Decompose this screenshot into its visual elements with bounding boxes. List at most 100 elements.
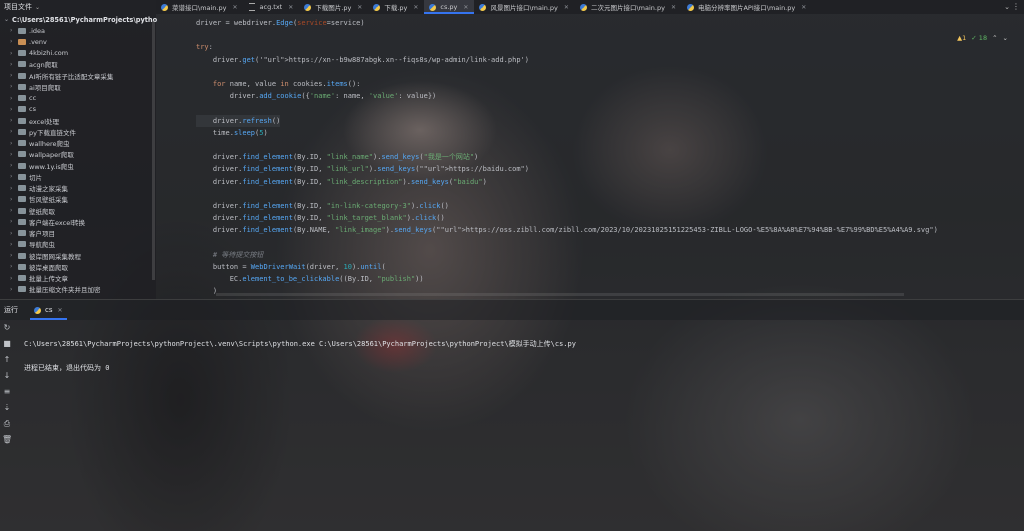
code-line[interactable]: driver.find_element(By.ID, "link_url").s… [196,163,529,175]
close-icon[interactable]: ✕ [232,4,237,11]
soft-wrap-icon[interactable]: ≡ [2,387,12,397]
run-console[interactable]: C:\Users\28561\PycharmProjects\pythonPro… [24,338,576,374]
print-icon[interactable]: ⎙ [2,419,12,429]
editor-tab[interactable]: 电脑分辨率图片API接口\main.py ✕ [682,0,812,14]
chevron-right-icon[interactable]: › [10,196,18,203]
code-line[interactable]: driver.find_element(By.ID, "link_descrip… [196,176,487,188]
chevron-right-icon[interactable]: › [10,286,18,293]
chevron-right-icon[interactable]: › [10,140,18,147]
chevron-right-icon[interactable]: › [10,95,18,102]
scroll-down-icon[interactable]: ↓ [2,371,12,381]
tabs-dropdown-icon[interactable]: ⌄ [1004,3,1010,11]
chevron-down-icon[interactable]: ⌄ [4,16,9,23]
tree-item[interactable]: › cc [0,93,156,104]
chevron-right-icon[interactable]: › [10,185,18,192]
code-editor[interactable]: driver = webdriver.Edge(service=service)… [156,14,1024,299]
tree-item[interactable]: › wallpaper爬取 [0,149,156,160]
code-line[interactable]: driver.add_cookie({'name': name, 'value'… [196,90,437,102]
editor-tab[interactable]: 下载.py ✕ [368,0,424,14]
editor-tab[interactable]: 下载图片.py ✕ [299,0,368,14]
tree-item[interactable]: › 壁纸爬取 [0,205,156,216]
editor-tab[interactable]: 二次元图片接口\main.py ✕ [575,0,682,14]
chevron-right-icon[interactable]: › [10,83,18,90]
code-area[interactable]: driver = webdriver.Edge(service=service)… [196,14,1024,299]
code-line[interactable]: driver.find_element(By.ID, "link_name").… [196,151,478,163]
chevron-right-icon[interactable]: › [10,230,18,237]
chevron-right-icon[interactable]: › [10,61,18,68]
scroll-to-end-icon[interactable]: ⇣ [2,403,12,413]
rerun-icon[interactable]: ↻ [2,323,12,333]
chevron-down-icon[interactable]: ⌄ [1003,34,1008,42]
warning-count[interactable]: ▲1 [957,34,966,42]
scroll-up-icon[interactable]: ↑ [2,355,12,365]
chevron-right-icon[interactable]: › [10,252,18,259]
tree-item[interactable]: › .venv [0,36,156,47]
tree-item[interactable]: › 批量上传文章 [0,273,156,284]
code-line[interactable]: # 等待提交按钮 [196,249,263,261]
code-line[interactable]: driver.get('"url">https://xn--b9w887abgk… [196,54,529,66]
project-scrollbar[interactable] [152,20,155,280]
close-icon[interactable]: ✕ [564,4,569,11]
chevron-right-icon[interactable]: › [10,106,18,113]
chevron-right-icon[interactable]: › [10,38,18,45]
tree-item[interactable]: › .idea [0,25,156,36]
tree-item[interactable]: › 客户项目 [0,228,156,239]
run-tab-cs[interactable]: cs ✕ [30,300,67,320]
chevron-right-icon[interactable]: › [10,117,18,124]
editor-horizontal-scrollbar[interactable] [216,293,904,296]
chevron-right-icon[interactable]: › [10,162,18,169]
tree-item[interactable]: › 批量压缩文件夹并且加密 [0,284,156,295]
stop-icon[interactable]: ■ [2,339,12,349]
chevron-right-icon[interactable]: › [10,151,18,158]
tree-item[interactable]: › 彼岸图网采集教程 [0,250,156,261]
code-line[interactable]: time.sleep(5) [196,127,268,139]
chevron-right-icon[interactable]: › [10,27,18,34]
chevron-right-icon[interactable]: › [10,50,18,57]
tree-item[interactable]: › 导航爬虫 [0,239,156,250]
tree-item[interactable]: › 动漫之家采集 [0,183,156,194]
close-icon[interactable]: ✕ [288,4,293,11]
chevron-right-icon[interactable]: › [10,173,18,180]
chevron-right-icon[interactable]: › [10,263,18,270]
chevron-right-icon[interactable]: › [10,275,18,282]
tree-item[interactable]: › ai项目爬取 [0,81,156,92]
tree-item[interactable]: › 客户端在excel转换 [0,216,156,227]
tree-item[interactable]: › 4kbizhi.com [0,48,156,59]
tree-item[interactable]: › excel处理 [0,115,156,126]
code-line[interactable]: button = WebDriverWait(driver, 10).until… [196,261,386,273]
tree-item[interactable]: › AI听所有链子比适配文章采集 [0,70,156,81]
code-line[interactable]: driver = webdriver.Edge(service=service) [196,17,365,29]
chevron-right-icon[interactable]: › [10,207,18,214]
tree-item[interactable]: › cs [0,104,156,115]
close-icon[interactable]: ✕ [671,4,676,11]
code-line[interactable]: try: [196,41,213,53]
close-icon[interactable]: ✕ [413,4,418,11]
chevron-right-icon[interactable]: › [10,72,18,79]
close-icon[interactable]: ✕ [357,4,362,11]
chevron-right-icon[interactable]: › [10,128,18,135]
editor-tab[interactable]: 菜谱接口\main.py ✕ [156,0,244,14]
tree-item[interactable]: › wallhere爬虫 [0,138,156,149]
close-icon[interactable]: ✕ [801,4,806,11]
chevron-up-icon[interactable]: ⌃ [992,34,997,42]
tree-item[interactable]: › 切片 [0,171,156,182]
tree-item[interactable]: › py下载直链文件 [0,126,156,137]
close-icon[interactable]: ✕ [58,307,63,314]
tree-item[interactable]: › www.1y.is爬虫 [0,160,156,171]
chevron-right-icon[interactable]: › [10,241,18,248]
code-line[interactable]: driver.find_element(By.ID, "in-link-cate… [196,200,449,212]
code-line[interactable]: driver.find_element(By.NAME, "link_image… [196,224,938,236]
editor-tab[interactable]: 风景图片接口\main.py ✕ [474,0,575,14]
editor-tab[interactable]: acg.txt ✕ [244,0,300,14]
ok-count[interactable]: ✓ 18 [971,34,987,42]
tree-item[interactable]: › 哲风壁纸采集 [0,194,156,205]
trash-icon[interactable]: 🗑 [2,435,12,445]
editor-tab[interactable]: cs.py ✕ [424,0,475,14]
close-icon[interactable]: ✕ [463,4,468,11]
code-line[interactable]: for name, value in cookies.items(): [196,78,361,90]
code-line[interactable]: ) [196,285,217,297]
code-line[interactable]: EC.element_to_be_clickable((By.ID, "publ… [196,273,424,285]
code-line[interactable]: driver.find_element(By.ID, "link_target_… [196,212,445,224]
code-line[interactable]: driver.refresh() [196,114,281,127]
tree-item[interactable]: › 彼岸桌面爬取 [0,261,156,272]
